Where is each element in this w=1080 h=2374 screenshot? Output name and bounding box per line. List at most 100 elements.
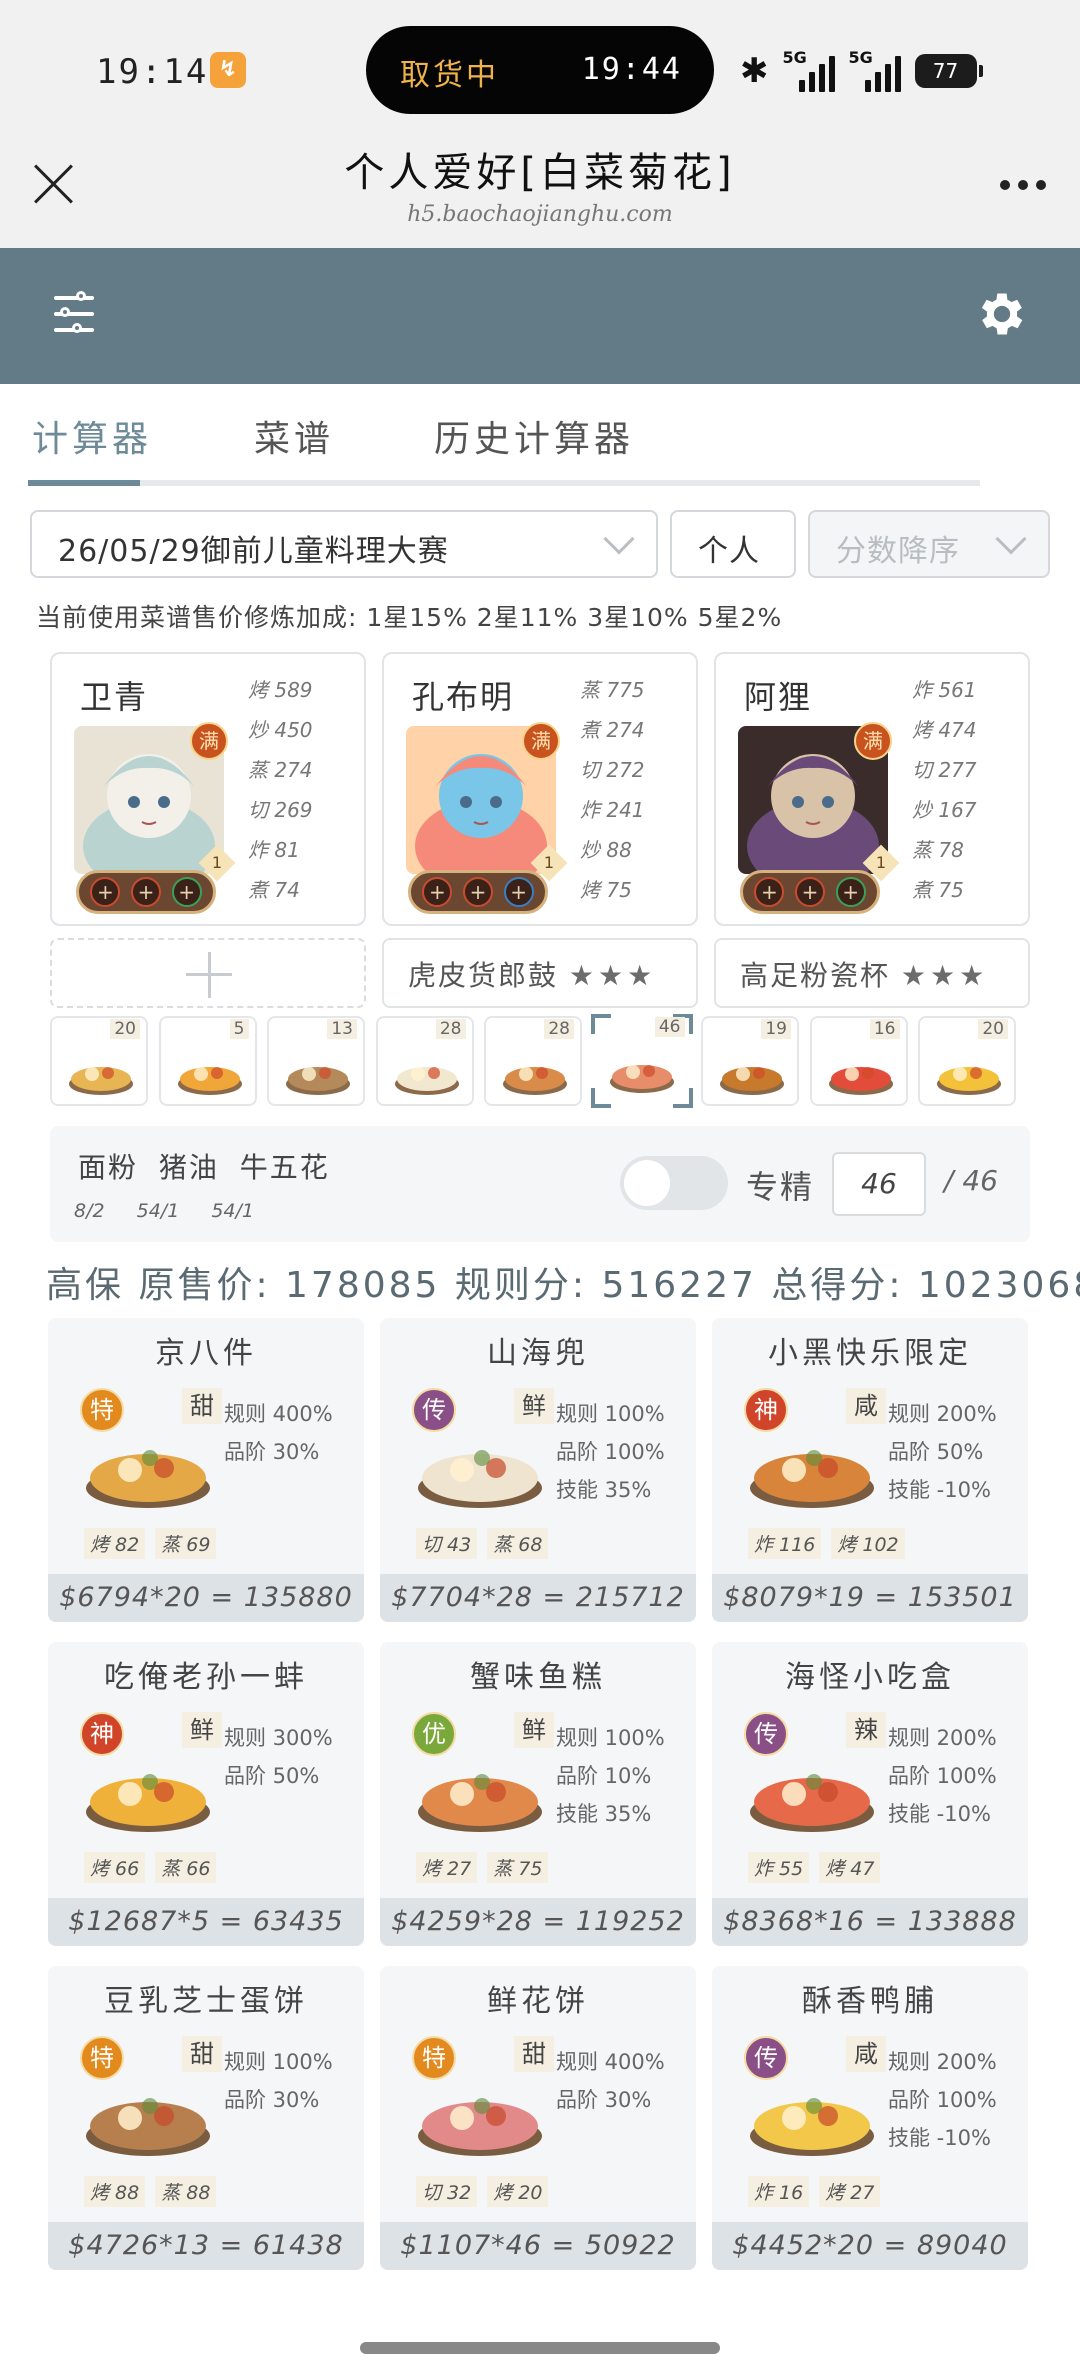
dish-skill: 烤 102	[831, 1528, 905, 1559]
delivery-app-icon: ↯	[210, 52, 246, 88]
dish-thumb[interactable]: 5	[158, 1016, 257, 1106]
chef-stat: 切 269	[248, 798, 313, 822]
dish-price-calc: $12687*5 = 63435	[48, 1898, 364, 1946]
tab-recipes[interactable]: 菜谱	[254, 410, 334, 462]
chef-card[interactable]: 卫青 满 1 + + + 烤 589 炒 450 蒸 274 切 269 炸 81 煮 7…	[50, 652, 366, 926]
dish-name: 京八件	[155, 1336, 257, 1371]
dish-thumb-count: 13	[327, 1019, 357, 1039]
plus-icon[interactable]: +	[794, 877, 825, 907]
dish-card[interactable]: 海怪小吃盒 传 辣 规则 200% 品阶 100% 技能 -10% 炸 55 烤 47…	[712, 1642, 1028, 1946]
dish-thumb-count: 46	[654, 1017, 685, 1037]
plus-icon[interactable]: +	[130, 877, 161, 907]
add-chef-button[interactable]	[50, 938, 366, 1008]
chef-stat: 切 272	[580, 758, 645, 782]
chef-equipment-slots[interactable]: + + +	[740, 870, 880, 914]
dish-card[interactable]: 吃俺老孙一蚌 神 鲜 规则 300% 品阶 50% 烤 66 蒸 66 $12687…	[48, 1642, 364, 1946]
dish-thumb[interactable]: 16	[809, 1016, 908, 1106]
dish-card[interactable]: 小黑快乐限定 神 咸 规则 200% 品阶 50% 技能 -10% 炸 116 烤 1…	[712, 1318, 1028, 1622]
chef-max-badge: 满	[854, 722, 892, 760]
settings-sliders-icon[interactable]	[52, 290, 98, 340]
plus-icon[interactable]: +	[835, 877, 866, 907]
plus-icon[interactable]: +	[90, 877, 121, 907]
dish-rarity-badge: 特	[80, 2036, 124, 2080]
dynamic-island[interactable]: 取货中 19:44	[366, 26, 714, 114]
dish-stat: 技能 35%	[556, 1478, 652, 1502]
dish-thumb-image	[69, 1067, 133, 1095]
dish-name: 吃俺老孙一蚌	[104, 1660, 308, 1695]
ingredient-counts: 8/2 54/1 54/1	[74, 1200, 254, 1222]
plus-icon[interactable]: +	[754, 877, 785, 907]
dish-thumb[interactable]: 13	[267, 1016, 365, 1106]
chef-stat: 炒 88	[580, 838, 632, 862]
mode-select[interactable]: 个人	[670, 510, 796, 578]
dish-card[interactable]: 山海兜 传 鲜 规则 100% 品阶 100% 技能 35% 切 43 蒸 68 $7…	[380, 1318, 696, 1622]
dish-name: 酥香鸭脯	[802, 1984, 938, 2019]
chef-max-badge: 满	[190, 722, 228, 760]
dish-skill: 烤 66	[84, 1852, 146, 1883]
chef-name: 卫青	[80, 678, 149, 716]
dish-stat: 规则 400%	[556, 2050, 665, 2074]
dish-price-calc: $4726*13 = 61438	[48, 2222, 364, 2270]
tool-slot[interactable]: 高足粉瓷杯 ★★★	[714, 938, 1030, 1008]
dish-name: 小黑快乐限定	[768, 1336, 972, 1371]
dish-thumb-image	[609, 1065, 674, 1093]
dish-thumb[interactable]: 28	[484, 1016, 582, 1106]
dish-price-calc: $4259*28 = 119252	[380, 1898, 696, 1946]
dish-taste-tag: 鲜	[514, 1388, 554, 1424]
dish-card[interactable]: 蟹味鱼糕 优 鲜 规则 100% 品阶 10% 技能 35% 烤 27 蒸 75 $4…	[380, 1642, 696, 1946]
plus-icon[interactable]: +	[462, 877, 493, 907]
dish-thumb-count: 16	[869, 1019, 900, 1039]
dish-card[interactable]: 鲜花饼 特 甜 规则 400% 品阶 30% 切 32 烤 20 $1107*46 …	[380, 1966, 696, 2270]
dish-stat: 规则 200%	[888, 2050, 997, 2074]
dish-thumb-count: 19	[761, 1019, 791, 1039]
chef-stat: 炸 241	[580, 798, 645, 822]
dish-stat: 品阶 100%	[888, 1764, 997, 1788]
quantity-input[interactable]: 46	[832, 1152, 926, 1216]
sort-select[interactable]: 分数降序	[808, 510, 1050, 578]
dish-price-calc: $8079*19 = 153501	[712, 1574, 1028, 1622]
dish-rarity-badge: 传	[412, 1388, 456, 1432]
dish-thumb-count: 28	[435, 1019, 466, 1039]
dish-price-calc: $7704*28 = 215712	[380, 1574, 696, 1622]
dish-thumb[interactable]: 20	[50, 1016, 148, 1106]
dish-skill: 烤 27	[819, 2176, 881, 2207]
dish-card[interactable]: 酥香鸭脯 传 咸 规则 200% 品阶 100% 技能 -10% 炸 16 烤 27 …	[712, 1966, 1028, 2270]
dish-taste-tag: 鲜	[182, 1712, 222, 1748]
plus-icon[interactable]: +	[503, 877, 534, 907]
tool-slot[interactable]: 虎皮货郎鼓 ★★★	[382, 938, 698, 1008]
chef-equipment-slots[interactable]: + + +	[408, 870, 548, 914]
home-indicator[interactable]	[360, 2342, 720, 2354]
dish-skill: 切 32	[416, 2176, 478, 2207]
dish-thumb[interactable]: 28	[375, 1016, 474, 1106]
dish-thumb[interactable]: 20	[918, 1016, 1016, 1106]
plus-icon[interactable]: +	[171, 877, 202, 907]
dish-skill: 烤 27	[416, 1852, 478, 1883]
dish-stat: 技能 -10%	[888, 1478, 991, 1502]
dish-thumb[interactable]: 46	[590, 1014, 693, 1108]
dish-name: 豆乳芝士蛋饼	[104, 1984, 308, 2019]
dish-name: 蟹味鱼糕	[470, 1660, 606, 1695]
dish-price-calc: $4452*20 = 89040	[712, 2222, 1028, 2270]
chef-card[interactable]: 孔布明 满 1 + + + 蒸 775 煮 274 切 272 炸 241 炒 88 烤 …	[382, 652, 698, 926]
dish-thumb[interactable]: 19	[701, 1016, 799, 1106]
dish-name: 鲜花饼	[487, 1984, 589, 2019]
plus-icon[interactable]: +	[422, 877, 453, 907]
gear-icon[interactable]	[974, 286, 1030, 342]
more-icon[interactable]	[1000, 180, 1046, 190]
chef-stat: 炒 450	[248, 718, 313, 742]
tab-history-calculator[interactable]: 历史计算器	[434, 410, 634, 462]
tab-calculator[interactable]: 计算器	[32, 410, 152, 462]
specialization-toggle[interactable]	[620, 1156, 728, 1210]
dish-skill: 烤 47	[819, 1852, 881, 1883]
dish-card[interactable]: 京八件 特 甜 规则 400% 品阶 30% 烤 82 蒸 69 $6794*20 …	[48, 1318, 364, 1622]
chef-equipment-slots[interactable]: + + +	[76, 870, 216, 914]
dish-taste-tag: 咸	[846, 2036, 886, 2072]
dish-stat: 品阶 30%	[224, 1440, 320, 1464]
dish-thumb-count: 20	[978, 1019, 1008, 1039]
dish-stat: 规则 200%	[888, 1726, 997, 1750]
chef-card[interactable]: 阿狸 满 1 + + + 炸 561 烤 474 切 277 炒 167 蒸 78 煮 7…	[714, 652, 1030, 926]
dish-card[interactable]: 豆乳芝士蛋饼 特 甜 规则 100% 品阶 30% 烤 88 蒸 88 $4726*…	[48, 1966, 364, 2270]
contest-select[interactable]: 26/05/29御前儿童料理大赛	[30, 510, 658, 578]
dish-skill: 蒸 66	[155, 1852, 217, 1883]
dish-stat: 品阶 100%	[556, 1440, 665, 1464]
